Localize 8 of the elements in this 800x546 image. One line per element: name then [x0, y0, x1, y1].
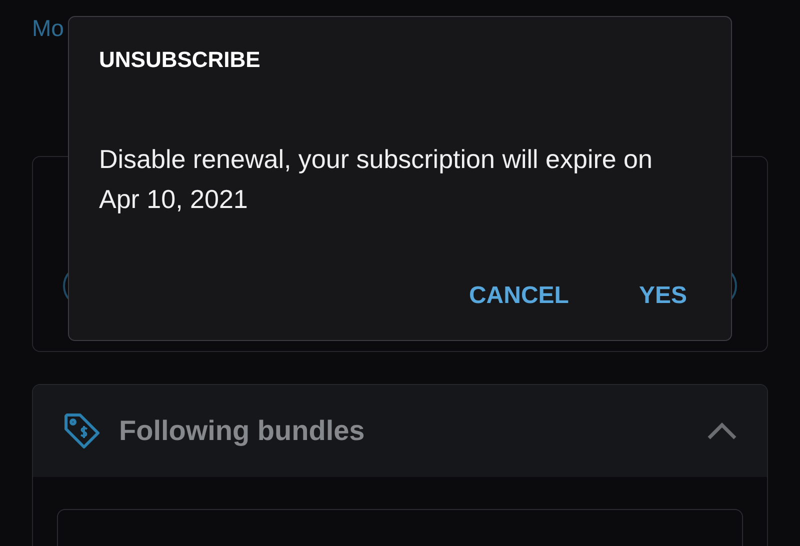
section-title: Following bundles [119, 414, 365, 448]
price-tag-icon [63, 412, 101, 450]
confirm-button[interactable]: YES [638, 277, 687, 315]
cancel-button[interactable]: CANCEL [468, 277, 569, 315]
dialog-message: Disable renewal, your subscription will expire on Apr 10, 2021 [99, 143, 654, 216]
chevron-up-icon[interactable] [707, 422, 737, 440]
dialog-title: UNSUBSCRIBE [99, 46, 262, 74]
bundles-header[interactable]: Following bundles [33, 385, 767, 477]
